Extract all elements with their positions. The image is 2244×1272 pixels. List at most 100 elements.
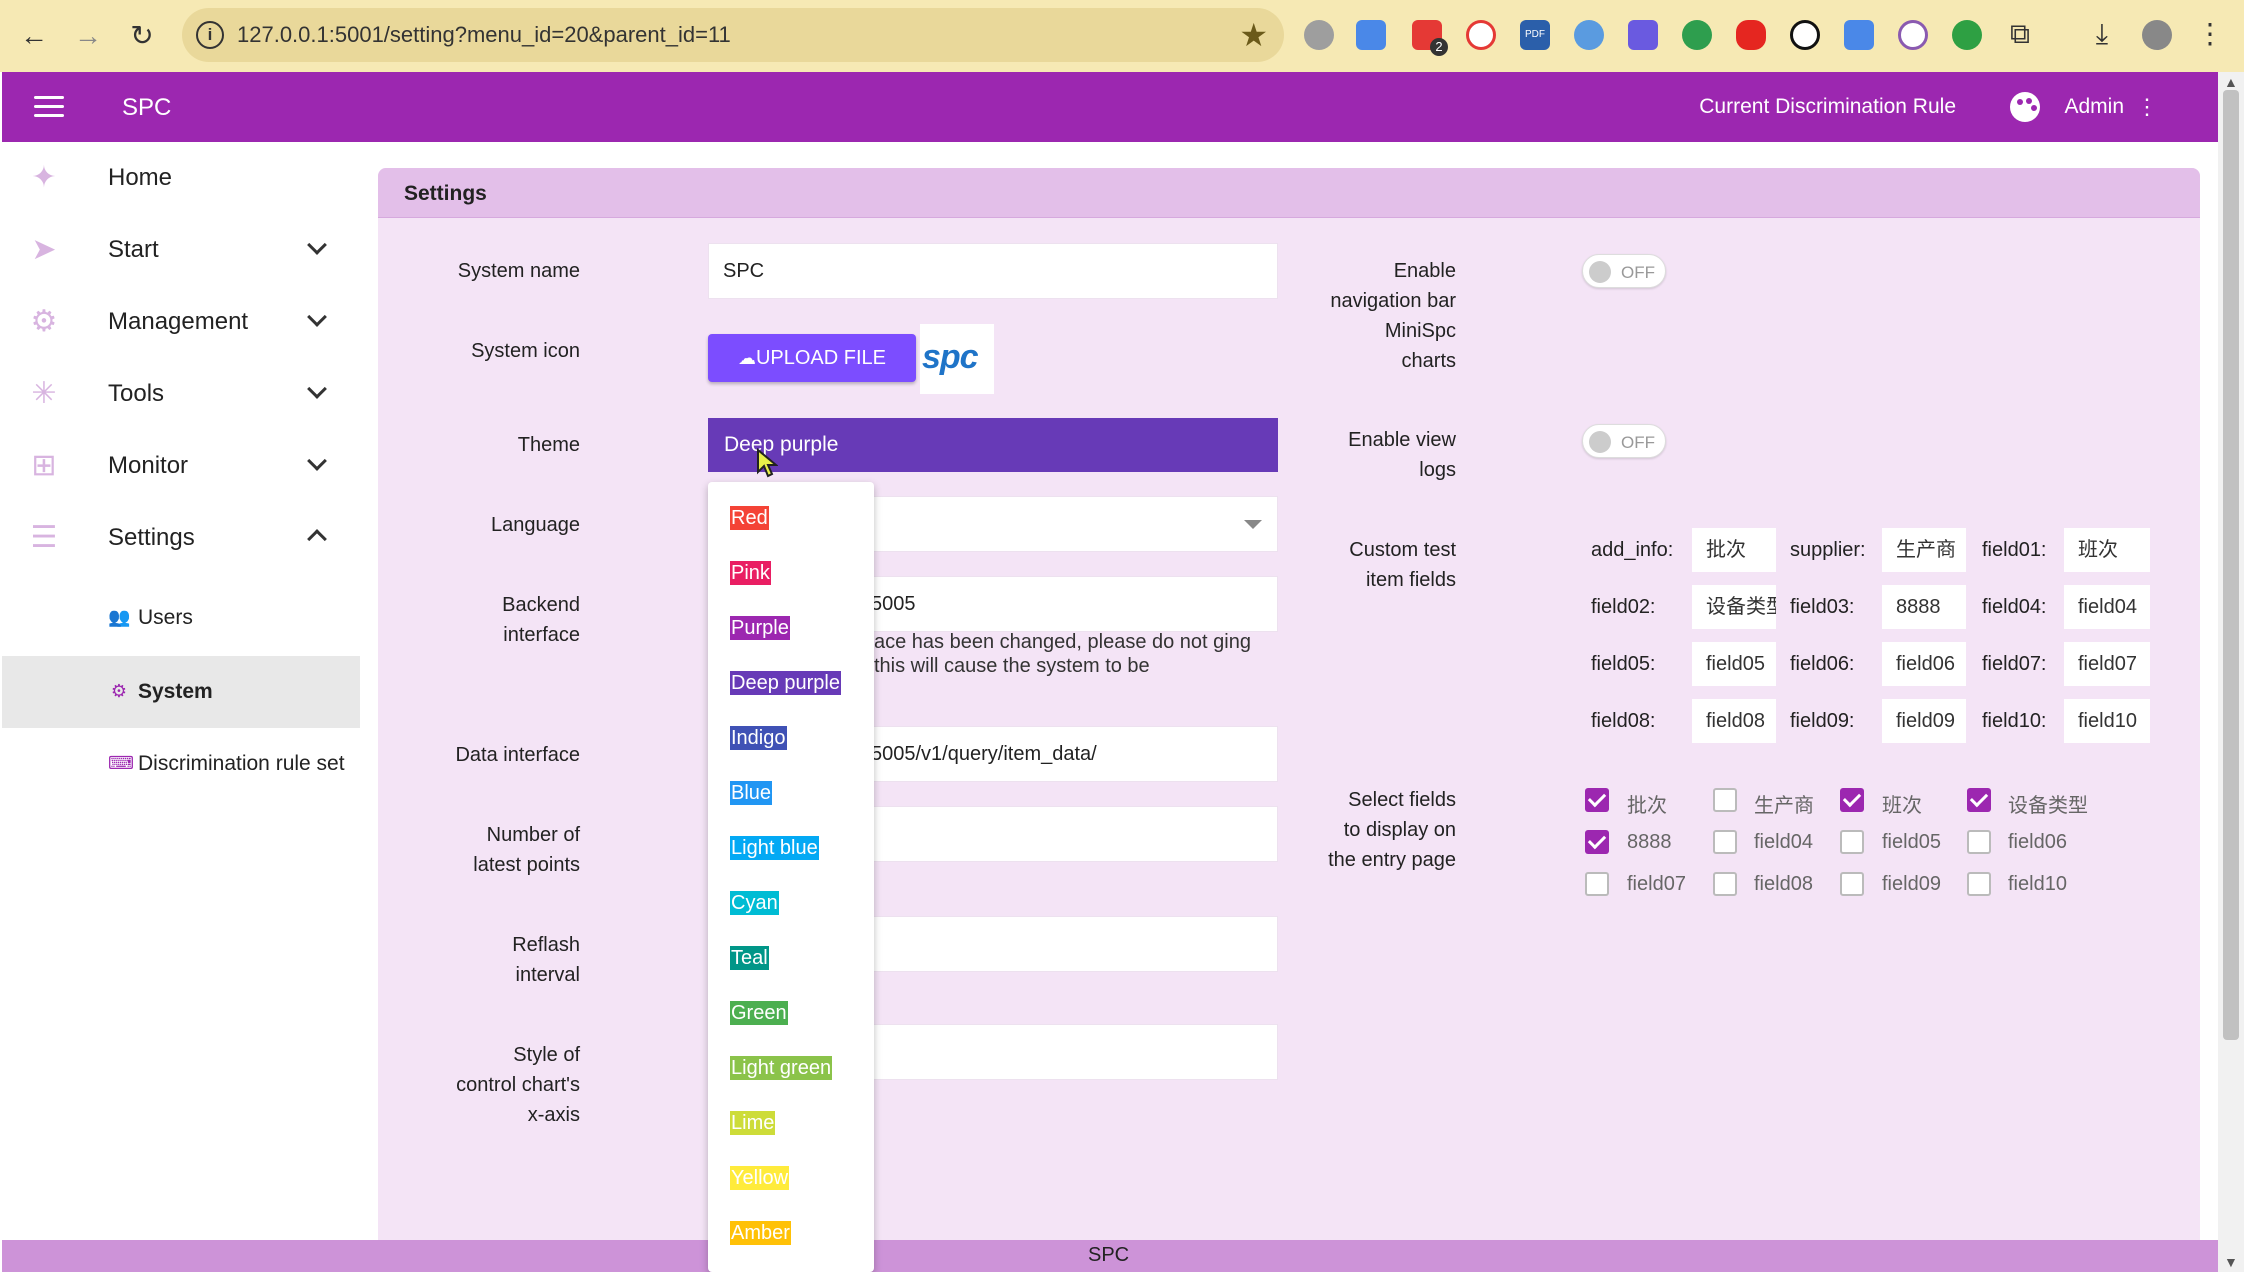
checkbox-field[interactable] (1840, 830, 1864, 854)
custom-field-input[interactable]: field10 (2064, 699, 2150, 743)
checkbox-field[interactable] (1713, 830, 1737, 854)
block-icon[interactable] (1466, 20, 1496, 50)
user-menu[interactable]: Admin (2064, 95, 2124, 119)
stop-icon[interactable] (1736, 20, 1766, 50)
puzzle-icon[interactable]: ⧉ (2000, 14, 2040, 54)
scroll-down-icon[interactable]: ▼ (2224, 1254, 2238, 1270)
checkbox-field[interactable] (1713, 788, 1737, 812)
sidebar-subitem-system[interactable]: ⚙ System (2, 656, 360, 728)
chrome-menu-icon[interactable]: ⋮ (2190, 14, 2230, 54)
checkbox-field[interactable] (1967, 788, 1991, 812)
sidebar-item-label: Monitor (108, 452, 189, 479)
send-icon: ➤ (31, 233, 57, 266)
sidebar-item-monitor[interactable]: ⊞ Monitor (2, 430, 360, 502)
navigation-bar-toggle[interactable]: OFF (1582, 254, 1666, 288)
custom-field-input[interactable]: 班次 (2064, 528, 2150, 572)
theme-select[interactable]: Deep purple (708, 418, 1278, 472)
custom-field-input[interactable]: field07 (2064, 642, 2150, 686)
theme-option[interactable]: Amber (730, 1221, 791, 1245)
current-rule-link[interactable]: Current Discrimination Rule (1699, 95, 1956, 119)
extension-square-icon[interactable] (1844, 20, 1874, 50)
scrollbar-thumb[interactable] (2223, 90, 2239, 1040)
chevron-down-icon[interactable] (304, 306, 328, 330)
bookmark-star-icon[interactable]: ★ (1239, 16, 1268, 54)
checkbox-field[interactable] (1585, 830, 1609, 854)
extension-badge-icon[interactable]: 2 (1412, 20, 1448, 56)
custom-field-input[interactable]: 生产商 (1882, 528, 1966, 572)
sidebar-subitem-users[interactable]: 👥 Users (2, 582, 360, 654)
reload-icon[interactable]: ↻ (122, 16, 162, 56)
chevron-up-icon[interactable] (304, 522, 328, 546)
palette-icon[interactable] (2010, 92, 2040, 122)
sidebar-item-home-entry[interactable]: ✦ Home (2, 142, 360, 214)
hamburger-menu-icon[interactable] (34, 96, 66, 118)
checkbox-field[interactable] (1585, 788, 1609, 812)
checkbox-field[interactable] (1713, 872, 1737, 896)
forward-icon[interactable]: → (68, 16, 108, 56)
custom-field-input[interactable]: field05 (1692, 642, 1776, 686)
view-logs-toggle[interactable]: OFF (1582, 424, 1666, 458)
no-entry-icon[interactable] (1790, 20, 1820, 50)
theme-option[interactable]: Teal (730, 946, 769, 970)
profile-avatar-icon[interactable] (2142, 20, 2172, 50)
pdf-icon[interactable]: PDF (1520, 20, 1550, 50)
checkbox-field[interactable] (1967, 872, 1991, 896)
display-fields-label-line1: Select fields (1348, 789, 1456, 811)
address-bar[interactable]: i 127.0.0.1:5001/setting?menu_id=20&pare… (182, 8, 1284, 62)
download-icon[interactable]: ⤓ (2082, 14, 2122, 54)
theme-option[interactable]: Green (730, 1001, 788, 1025)
theme-option[interactable]: Red (730, 506, 769, 530)
checkbox-field[interactable] (1585, 872, 1609, 896)
back-icon[interactable]: ← (14, 16, 54, 56)
theme-option[interactable]: Indigo (730, 726, 787, 750)
chevron-down-icon[interactable] (304, 378, 328, 402)
translate-icon[interactable] (1356, 20, 1386, 50)
theme-label: Theme (517, 434, 580, 456)
sidebar-item-settings[interactable]: ☰ Settings (2, 502, 360, 574)
custom-field-input[interactable]: 8888 (1882, 585, 1966, 629)
sidebar-item-label: Tools (108, 380, 165, 407)
extension-green-icon[interactable] (1682, 20, 1712, 50)
backend-label-line1: Backend (502, 594, 580, 616)
theme-option[interactable]: Cyan (730, 891, 779, 915)
theme-option[interactable]: Lime (730, 1111, 776, 1135)
view-logs-label-line1: Enable view (1348, 429, 1456, 451)
custom-field-input[interactable]: field04 (2064, 585, 2150, 629)
custom-field-input[interactable]: field08 (1692, 699, 1776, 743)
theme-option[interactable]: Pink (730, 561, 771, 585)
sidebar-item-management[interactable]: ⚙ Management (2, 286, 360, 358)
page-scrollbar[interactable]: ▲ ▼ (2218, 72, 2244, 1272)
more-vert-icon[interactable]: ⋮ (2136, 94, 2158, 120)
checkmark-extension-icon[interactable] (1628, 20, 1658, 50)
theme-option[interactable]: Purple (730, 616, 790, 640)
checkbox-label: 生产商 (1754, 795, 1814, 817)
scroll-up-icon[interactable]: ▲ (2224, 74, 2238, 90)
custom-field-input[interactable]: 批次 (1692, 528, 1776, 572)
sidebar-item-start[interactable]: ➤ Start (2, 214, 360, 286)
toggle-knob (1589, 261, 1611, 283)
checkbox-field[interactable] (1840, 872, 1864, 896)
system-name-input[interactable]: SPC (708, 243, 1278, 299)
chevron-down-icon[interactable] (304, 234, 328, 258)
history-icon[interactable] (1898, 20, 1928, 50)
theme-option[interactable]: Blue (730, 781, 773, 805)
checkbox-field[interactable] (1840, 788, 1864, 812)
extension-circle-icon[interactable] (1304, 20, 1334, 50)
extension-d-icon[interactable] (1952, 20, 1982, 50)
theme-option[interactable]: Deep purple (730, 671, 841, 695)
theme-option[interactable]: Light green (730, 1056, 833, 1080)
custom-field-input[interactable]: field06 (1882, 642, 1966, 686)
site-info-icon[interactable]: i (196, 21, 224, 49)
custom-field-input[interactable]: 设备类型 (1692, 585, 1776, 629)
sidebar-subitem-rule-set[interactable]: ⌨ Discrimination rule set (2, 728, 360, 800)
extension-globe-icon[interactable] (1574, 20, 1604, 50)
upload-file-button[interactable]: ☁UPLOAD FILE (708, 334, 916, 382)
theme-option[interactable]: Yellow (730, 1166, 790, 1190)
url-text[interactable]: 127.0.0.1:5001/setting?menu_id=20&parent… (237, 22, 731, 48)
checkbox-field[interactable] (1967, 830, 1991, 854)
chevron-down-icon[interactable] (304, 450, 328, 474)
custom-field-input[interactable]: field09 (1882, 699, 1966, 743)
dropdown-caret-icon[interactable] (1244, 520, 1262, 529)
sidebar-item-tools[interactable]: ✳ Tools (2, 358, 360, 430)
theme-option[interactable]: Light blue (730, 836, 819, 860)
